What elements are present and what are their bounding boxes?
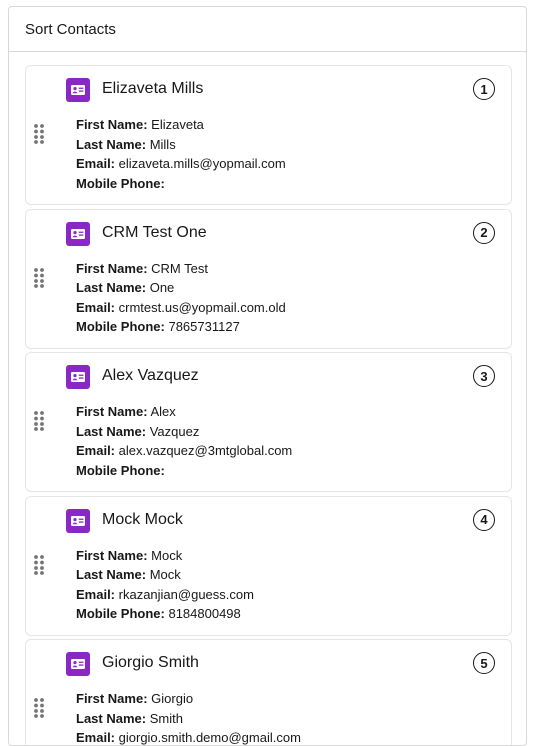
field-value: rkazanjian@guess.com: [118, 586, 254, 602]
field-value: alex.vazquez@3mtglobal.com: [118, 443, 293, 458]
panel-header: Sort Contacts: [9, 7, 526, 52]
field-value: Mills: [149, 136, 176, 152]
contact-list: Elizaveta Mills 1 First Name: Elizaveta Las…: [9, 52, 526, 745]
contact-card[interactable]: Elizaveta Mills 1 First Name: Elizaveta Las…: [25, 65, 512, 205]
field-first-name: First Name: Elizaveta: [76, 115, 286, 135]
field-label: First Name:: [76, 547, 148, 563]
field-label: Email:: [76, 299, 116, 315]
field-value: Alex: [150, 404, 176, 419]
contact-card-icon: [66, 652, 90, 676]
field-label: Last Name:: [76, 710, 147, 726]
field-value: CRM Test: [151, 260, 208, 276]
field-value: giorgio.smith.demo@gmail.com: [118, 730, 301, 745]
order-number-badge: 3: [473, 365, 495, 387]
field-label: Mobile Phone:: [76, 175, 165, 191]
contact-fields: First Name: CRM Test Last Name: One Email:…: [76, 259, 286, 337]
order-number-badge: 4: [473, 508, 495, 531]
field-value: Mock: [151, 547, 183, 563]
field-label: Email:: [76, 730, 116, 745]
field-mobile-phone: Mobile Phone: 8184800498: [76, 604, 254, 624]
field-label: Last Name:: [76, 280, 147, 295]
field-label: First Name:: [76, 691, 148, 706]
order-number-badge: 2: [473, 221, 495, 244]
field-value: 8184800498: [168, 606, 241, 621]
contact-card[interactable]: CRM Test One 2 First Name: CRM Test Last Na…: [25, 208, 512, 349]
field-first-name: First Name: Giorgio: [76, 689, 301, 709]
field-email: Email: crmtest.us@yopmail.com.old: [76, 298, 286, 318]
contact-name: Giorgio Smith: [102, 654, 199, 671]
field-label: Mobile Phone:: [76, 319, 165, 334]
contact-name: CRM Test One: [102, 223, 207, 241]
contact-fields: First Name: Elizaveta Last Name: Mills Ema…: [76, 115, 286, 193]
field-value: Smith: [149, 710, 183, 726]
contact-fields: First Name: Alex Last Name: Vazquez Email:…: [76, 402, 292, 480]
panel-title: Sort Contacts: [25, 20, 116, 38]
field-mobile-phone: Mobile Phone: 7865731127: [76, 317, 286, 337]
contact-fields: First Name: Giorgio Last Name: Smith Email…: [76, 689, 301, 745]
field-email: Email: elizaveta.mills@yopmail.com: [76, 154, 286, 174]
contact-card-icon: [66, 508, 90, 533]
field-label: Email:: [76, 586, 116, 602]
drag-handle-icon[interactable]: [34, 698, 44, 718]
field-label: Last Name:: [76, 567, 147, 582]
field-value: Mock: [149, 567, 181, 582]
field-value: crmtest.us@yopmail.com.old: [118, 299, 286, 315]
field-value: Vazquez: [149, 423, 200, 439]
field-value: elizaveta.mills@yopmail.com: [118, 156, 286, 171]
contact-card-icon: [66, 78, 90, 102]
field-mobile-phone: Mobile Phone:: [76, 174, 286, 194]
drag-handle-icon[interactable]: [34, 124, 44, 144]
contact-name: Alex Vazquez: [102, 367, 199, 384]
field-first-name: First Name: Mock: [76, 546, 254, 566]
field-last-name: Last Name: Vazquez: [76, 422, 292, 442]
field-label: Email:: [76, 156, 116, 171]
field-email: Email: giorgio.smith.demo@gmail.com: [76, 728, 301, 745]
contact-card[interactable]: Mock Mock 4 First Name: Mock Last Name: Moc…: [25, 495, 512, 636]
field-value: One: [149, 280, 175, 295]
field-email: Email: alex.vazquez@3mtglobal.com: [76, 441, 292, 461]
field-value: Giorgio: [151, 691, 194, 706]
field-last-name: Last Name: Mock: [76, 565, 254, 585]
contact-card[interactable]: Alex Vazquez 3 First Name: Alex Last Name: …: [25, 352, 512, 492]
field-last-name: Last Name: One: [76, 278, 286, 298]
field-label: Email:: [76, 443, 116, 458]
contact-card-icon: [66, 221, 90, 246]
field-label: Mobile Phone:: [76, 462, 165, 478]
field-label: Mobile Phone:: [76, 606, 165, 621]
order-number-badge: 5: [473, 652, 495, 674]
order-number-badge: 1: [473, 78, 495, 100]
field-value: Elizaveta: [151, 117, 204, 132]
field-last-name: Last Name: Mills: [76, 135, 286, 155]
field-label: Last Name:: [76, 136, 147, 152]
contact-card[interactable]: Giorgio Smith 5 First Name: Giorgio Last Na…: [25, 639, 512, 745]
field-label: First Name:: [76, 260, 148, 276]
field-first-name: First Name: Alex: [76, 402, 292, 422]
field-label: Last Name:: [76, 423, 147, 439]
field-mobile-phone: Mobile Phone:: [76, 461, 292, 481]
contact-card-icon: [66, 365, 90, 389]
contact-fields: First Name: Mock Last Name: Mock Email: rk…: [76, 546, 254, 624]
drag-handle-icon[interactable]: [34, 554, 44, 575]
field-label: First Name:: [76, 117, 148, 132]
field-value: 7865731127: [168, 319, 240, 334]
field-last-name: Last Name: Smith: [76, 709, 301, 729]
contact-name: Elizaveta Mills: [102, 80, 204, 97]
field-email: Email: rkazanjian@guess.com: [76, 585, 254, 605]
sort-contacts-panel: Sort Contacts Elizaveta Mills 1 First Name…: [8, 6, 527, 746]
drag-handle-icon[interactable]: [34, 267, 44, 288]
field-label: First Name:: [76, 404, 148, 419]
contact-name: Mock Mock: [102, 510, 183, 528]
field-first-name: First Name: CRM Test: [76, 259, 286, 279]
drag-handle-icon[interactable]: [34, 411, 44, 431]
